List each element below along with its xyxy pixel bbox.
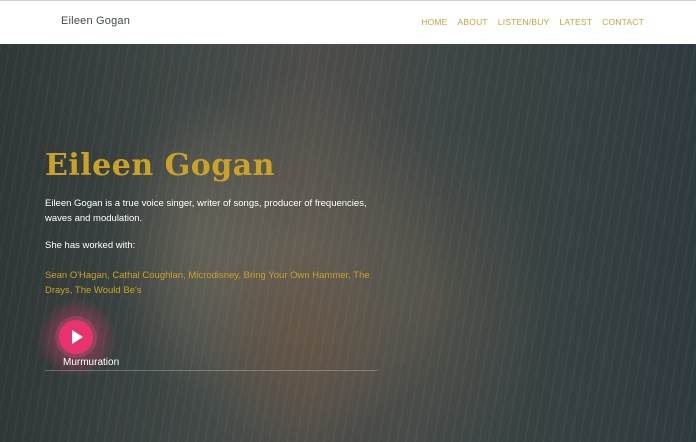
nav-home[interactable]: HOME xyxy=(421,17,447,27)
collaborator-link[interactable]: The Would Be's xyxy=(75,285,142,296)
nav-latest[interactable]: LATEST xyxy=(559,17,592,27)
collaborator-link[interactable]: Microdisney xyxy=(188,270,238,281)
play-icon xyxy=(72,330,83,344)
track-title: Murmuration xyxy=(63,357,120,368)
main-nav: HOME ABOUT LISTEN/BUY LATEST CONTACT xyxy=(421,17,644,27)
artist-bio: Eileen Gogan is a true voice singer, wri… xyxy=(45,198,367,224)
nav-about[interactable]: ABOUT xyxy=(458,17,488,27)
site-logo[interactable]: Eileen Gogan xyxy=(61,15,130,27)
site-header: Eileen Gogan HOME ABOUT LISTEN/BUY LATES… xyxy=(0,0,696,44)
collaborator-link[interactable]: Cathal Coughlan xyxy=(112,270,183,281)
nav-contact[interactable]: CONTACT xyxy=(602,17,644,27)
nav-listen-buy[interactable]: LISTEN/BUY xyxy=(498,17,550,27)
play-button[interactable] xyxy=(59,320,93,354)
collaborator-link[interactable]: Sean O'Hagan xyxy=(45,270,107,281)
hero-section: Eileen Gogan Eileen Gogan is a true voic… xyxy=(0,44,696,442)
collaborator-link[interactable]: Bring Your Own Hammer xyxy=(244,270,349,281)
worked-with-label: She has worked with: xyxy=(45,240,136,251)
track-progress-line[interactable] xyxy=(45,370,377,371)
hero-title: Eileen Gogan xyxy=(45,148,275,183)
collaborator-list: Sean O'Hagan, Cathal Coughlan, Microdisn… xyxy=(45,270,370,296)
